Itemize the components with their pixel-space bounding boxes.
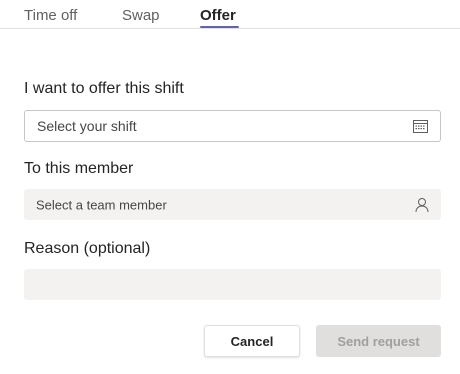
shift-placeholder: Select your shift: [37, 118, 137, 134]
reason-label: Reason (optional): [24, 240, 151, 257]
active-tab-indicator: [200, 26, 239, 28]
member-placeholder: Select a team member: [36, 197, 167, 212]
shift-select[interactable]: Select your shift: [24, 110, 441, 142]
send-request-button[interactable]: Send request: [316, 325, 441, 357]
person-icon: [415, 197, 429, 212]
member-picker[interactable]: Select a team member: [24, 189, 441, 220]
cancel-button[interactable]: Cancel: [204, 325, 300, 357]
reason-input[interactable]: [24, 269, 441, 300]
tab-time-off[interactable]: Time off: [24, 7, 77, 24]
shift-label: I want to offer this shift: [24, 80, 184, 97]
tab-offer[interactable]: Offer: [200, 7, 236, 24]
calendar-icon[interactable]: [413, 119, 428, 133]
member-label: To this member: [24, 160, 134, 177]
tab-swap[interactable]: Swap: [122, 7, 160, 24]
tab-bar: Time off Swap Offer: [0, 0, 460, 29]
